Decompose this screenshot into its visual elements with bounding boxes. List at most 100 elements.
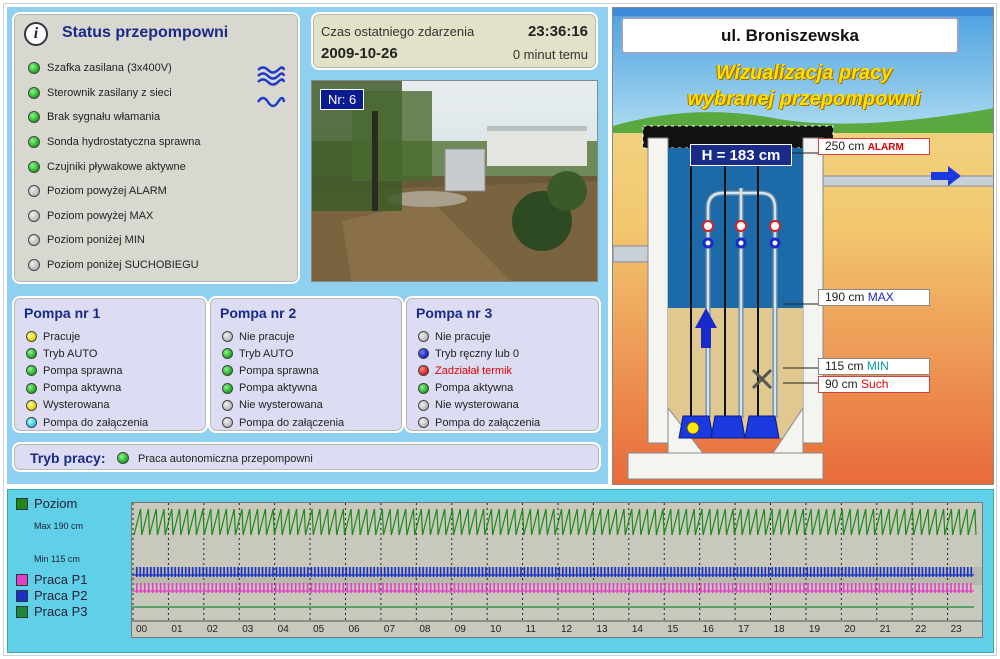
series-p2-pulse <box>872 567 875 577</box>
series-p2-pulse <box>331 567 334 577</box>
series-p2-pulse <box>771 567 774 577</box>
series-p1-pulse <box>382 583 384 593</box>
pump-status-led <box>26 399 37 411</box>
series-p2-pulse <box>837 567 840 577</box>
pump-status-led <box>418 399 429 411</box>
hour-tick-label: 15 <box>667 624 679 635</box>
series-p1-pulse <box>616 583 619 593</box>
series-p2-pulse <box>188 567 190 577</box>
last-event-date: 2009-10-26 <box>321 45 398 62</box>
series-p2-pulse <box>701 567 704 577</box>
series-p1-pulse <box>767 583 770 593</box>
series-p1-pulse <box>846 583 849 593</box>
series-p2-pulse <box>509 567 512 577</box>
series-p1-pulse <box>179 583 182 593</box>
series-p2-pulse <box>310 567 313 577</box>
series-p2-pulse <box>582 567 585 577</box>
series-p1-pulse <box>624 583 627 593</box>
series-p2-pulse <box>607 567 609 577</box>
series-p2-pulse <box>464 567 466 577</box>
series-p1-pulse <box>962 583 964 593</box>
series-p2-pulse <box>191 567 194 577</box>
series-p2-pulse <box>726 567 728 577</box>
series-p2-pulse <box>757 567 760 577</box>
pump-status-led <box>418 382 429 394</box>
pump-status-led <box>222 399 233 411</box>
series-p1-pulse <box>878 583 881 593</box>
series-p2-pulse <box>949 567 952 577</box>
level-max-name: MAX <box>867 290 894 304</box>
pump-status-led <box>418 348 429 360</box>
series-p1-pulse <box>136 583 138 593</box>
series-p1-pulse <box>827 583 829 593</box>
series-p1-pulse <box>322 583 325 593</box>
pump-status-item: Tryb ręczny lub 0 <box>418 345 540 362</box>
series-p2-pulse <box>691 567 693 577</box>
series-p1-pulse <box>501 583 503 593</box>
series-p1-pulse <box>187 583 190 593</box>
series-p2-pulse <box>736 567 739 577</box>
series-p2-pulse <box>848 567 850 577</box>
pump-status-led <box>222 382 233 394</box>
series-p1-pulse <box>970 583 972 593</box>
status-led <box>28 234 40 247</box>
series-p1-pulse <box>445 583 448 593</box>
series-p2-pulse <box>670 567 672 577</box>
series-p2-pulse <box>425 567 428 577</box>
level-alarm-name: ALARM <box>867 142 904 153</box>
hour-tick-label: 20 <box>844 624 856 635</box>
series-p2-pulse <box>157 567 159 577</box>
series-p1-pulse <box>739 583 742 593</box>
series-p1-pulse <box>775 583 777 593</box>
status-item: Czujniki pływakowe aktywne <box>28 154 200 179</box>
series-p1-pulse <box>509 583 511 593</box>
series-p1-pulse <box>449 583 452 593</box>
series-p1-pulse <box>525 583 527 593</box>
series-p2-pulse <box>876 567 878 577</box>
series-p1-pulse <box>314 583 317 593</box>
series-p2-pulse <box>160 567 162 577</box>
series-p1-pulse <box>819 583 821 593</box>
series-p1-pulse <box>696 583 698 593</box>
series-p1-pulse <box>628 583 631 593</box>
series-p1-pulse <box>350 583 353 593</box>
series-p1-pulse <box>374 583 376 593</box>
series-p2-pulse <box>401 567 403 577</box>
series-p2-pulse <box>694 567 697 577</box>
status-led <box>28 111 40 124</box>
legend-p3-label: Praca P3 <box>34 604 88 619</box>
series-p2-pulse <box>576 567 578 577</box>
pump-status-label: Nie pracuje <box>435 330 491 343</box>
legend-p1-swatch <box>16 573 28 586</box>
series-p2-pulse <box>261 567 264 577</box>
series-p2-pulse <box>366 567 369 577</box>
series-p1-pulse <box>425 583 428 593</box>
series-p2-pulse <box>740 567 742 577</box>
series-p2-pulse <box>596 567 599 577</box>
series-p2-pulse <box>593 567 595 577</box>
series-p2-pulse <box>415 567 417 577</box>
series-p2-pulse <box>579 567 581 577</box>
series-p2-pulse <box>233 567 236 577</box>
series-p2-pulse <box>551 567 554 577</box>
status-item-label: Poziom powyżej ALARM <box>47 185 167 198</box>
status-panel: i Status przepompowni Szafka zasilana (3… <box>12 12 300 284</box>
series-p2-pulse <box>617 567 620 577</box>
series-p1-pulse <box>143 583 146 593</box>
level-max: 190 cm MAX <box>818 289 930 306</box>
series-p1-pulse <box>966 583 968 593</box>
series-p2-pulse <box>506 567 508 577</box>
series-p2-pulse <box>722 567 725 577</box>
info-icon[interactable]: i <box>24 22 48 46</box>
series-p1-pulse <box>243 583 245 593</box>
status-item-label: Sonda hydrostatyczna sprawna <box>47 136 201 149</box>
series-p1-pulse <box>715 583 718 593</box>
series-p1-pulse <box>235 583 237 593</box>
series-p2-pulse <box>523 567 526 577</box>
series-p2-pulse <box>907 567 910 577</box>
last-event-ago: 0 minut temu <box>512 47 588 62</box>
series-p2-pulse <box>212 567 215 577</box>
status-led <box>28 185 40 198</box>
hour-tick-label: 03 <box>242 624 254 635</box>
series-p1-pulse <box>366 583 368 593</box>
